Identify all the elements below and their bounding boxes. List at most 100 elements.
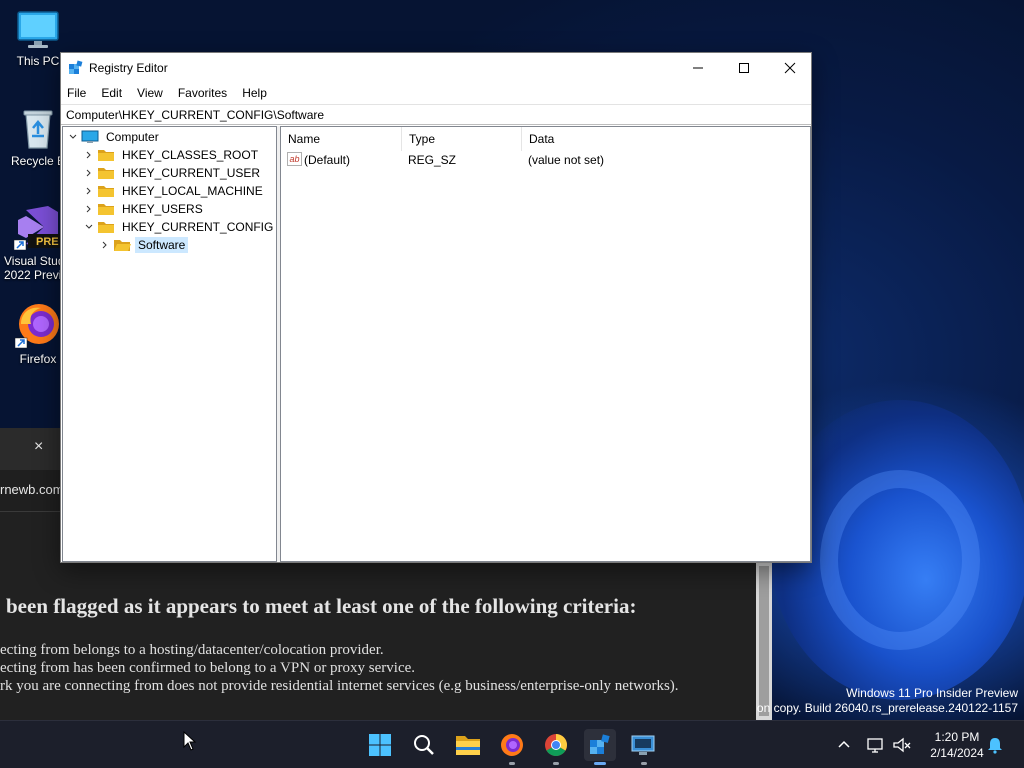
firefox-icon bbox=[15, 304, 59, 348]
address-bar bbox=[61, 104, 811, 125]
mouse-cursor-icon bbox=[183, 731, 197, 751]
chevron-up-icon bbox=[838, 740, 850, 748]
chevron-right-icon[interactable] bbox=[83, 146, 95, 164]
address-input[interactable] bbox=[61, 105, 811, 124]
clock[interactable]: 1:20 PM 2/14/2024 bbox=[920, 729, 994, 761]
menu-edit[interactable]: Edit bbox=[101, 86, 122, 100]
search-icon bbox=[414, 735, 434, 755]
firefox-icon bbox=[501, 734, 523, 756]
remote-desktop-taskbar-button[interactable] bbox=[628, 729, 660, 765]
menu-file[interactable]: File bbox=[67, 86, 86, 100]
chrome-icon bbox=[545, 734, 567, 756]
url-fragment: rnewb.com bbox=[0, 482, 64, 497]
watermark-line1: Windows 11 Pro Insider Preview bbox=[846, 686, 1018, 700]
criteria-item: ecting from belongs to a hosting/datacen… bbox=[0, 642, 384, 658]
close-icon bbox=[784, 62, 796, 74]
network-icon bbox=[867, 738, 883, 753]
background-scrollbar[interactable] bbox=[756, 562, 772, 720]
scrollbar-thumb[interactable] bbox=[759, 566, 769, 716]
network-tray-button[interactable] bbox=[866, 721, 886, 768]
computer-icon bbox=[81, 130, 99, 143]
volume-muted-icon bbox=[893, 737, 911, 753]
search-button[interactable] bbox=[408, 729, 440, 761]
tree-item-computer[interactable]: Computer bbox=[67, 128, 162, 146]
recycle-bin-icon bbox=[23, 110, 53, 149]
chevron-right-icon[interactable] bbox=[83, 164, 95, 182]
chevron-right-icon[interactable] bbox=[99, 236, 111, 254]
preview-badge: PRE bbox=[36, 236, 59, 248]
minimize-icon bbox=[693, 67, 703, 69]
chevron-down-icon[interactable] bbox=[67, 128, 79, 146]
tree-label: HKEY_CLASSES_ROOT bbox=[122, 148, 259, 162]
value-name: (Default) bbox=[304, 153, 351, 167]
tree-label: HKEY_USERS bbox=[122, 202, 203, 216]
tree-item-hkey-local-machine[interactable]: HKEY_LOCAL_MACHINE bbox=[83, 182, 266, 200]
file-explorer-button[interactable] bbox=[452, 729, 484, 761]
file-explorer-icon bbox=[456, 736, 480, 755]
window-title: Registry Editor bbox=[89, 61, 168, 75]
title-bar[interactable]: Registry Editor bbox=[61, 53, 811, 83]
column-header-data[interactable]: Data bbox=[522, 127, 808, 151]
maximize-icon bbox=[739, 63, 749, 73]
registry-editor-window: Registry Editor File Edit View Favorites… bbox=[60, 52, 812, 563]
tree-item-software[interactable]: Software bbox=[99, 236, 189, 254]
folder-icon bbox=[98, 204, 114, 215]
tree-item-hkey-classes-root[interactable]: HKEY_CLASSES_ROOT bbox=[83, 146, 261, 164]
maximize-button[interactable] bbox=[721, 53, 767, 83]
chrome-taskbar-button[interactable] bbox=[540, 729, 572, 765]
minimize-button[interactable] bbox=[675, 53, 721, 83]
close-icon[interactable]: × bbox=[34, 438, 43, 456]
notifications-button[interactable] bbox=[986, 721, 1004, 768]
running-indicator bbox=[509, 762, 515, 765]
remote-desktop-icon bbox=[631, 735, 655, 755]
folder-open-icon bbox=[114, 240, 131, 251]
volume-tray-button[interactable] bbox=[892, 721, 912, 768]
start-icon bbox=[369, 734, 391, 756]
monitor-icon bbox=[17, 11, 59, 48]
value-type: REG_SZ bbox=[408, 153, 457, 167]
values-list: Name Type Data ab (Default) REG_SZ (valu… bbox=[281, 126, 811, 562]
tree-label: Computer bbox=[106, 130, 159, 144]
menu-bar: File Edit View Favorites Help bbox=[61, 83, 811, 103]
tree-item-hkey-current-user[interactable]: HKEY_CURRENT_USER bbox=[83, 164, 263, 182]
running-indicator bbox=[553, 762, 559, 765]
registry-editor-taskbar-button[interactable] bbox=[584, 729, 616, 765]
chevron-right-icon[interactable] bbox=[83, 182, 95, 200]
running-indicator bbox=[641, 762, 647, 765]
watermark-line2: on copy. Build 26040.rs_prerelease.24012… bbox=[756, 701, 1018, 715]
value-row[interactable]: ab (Default) REG_SZ (value not set) bbox=[281, 151, 809, 169]
chevron-right-icon[interactable] bbox=[83, 200, 95, 218]
folder-icon bbox=[98, 222, 114, 233]
menu-help[interactable]: Help bbox=[242, 86, 267, 100]
chevron-down-icon[interactable] bbox=[83, 218, 95, 236]
menu-favorites[interactable]: Favorites bbox=[178, 86, 227, 100]
tree-label: HKEY_CURRENT_USER bbox=[122, 166, 261, 180]
start-button[interactable] bbox=[364, 729, 396, 761]
registry-tree: Computer HKEY_CLASSES_ROOT HKEY_CURRENT_… bbox=[62, 126, 276, 562]
bell-icon bbox=[988, 738, 1002, 754]
background-browser-url[interactable]: rnewb.com bbox=[0, 470, 64, 512]
string-value-icon: ab bbox=[287, 152, 302, 166]
tree-label: HKEY_LOCAL_MACHINE bbox=[122, 184, 263, 198]
value-data: (value not set) bbox=[528, 153, 605, 167]
close-button[interactable] bbox=[767, 53, 813, 83]
criteria-item: rk you are connecting from does not prov… bbox=[0, 678, 679, 694]
criteria-item: ecting from has been confirmed to belong… bbox=[0, 660, 416, 676]
taskbar: 1:20 PM 2/14/2024 bbox=[0, 720, 1024, 768]
tree-label-selected: Software bbox=[135, 237, 189, 253]
clock-date: 2/14/2024 bbox=[930, 746, 984, 760]
tree-item-hkey-users[interactable]: HKEY_USERS bbox=[83, 200, 206, 218]
column-header-type[interactable]: Type bbox=[402, 127, 522, 151]
menu-view[interactable]: View bbox=[137, 86, 163, 100]
firefox-taskbar-button[interactable] bbox=[496, 729, 528, 765]
folder-icon bbox=[98, 168, 114, 179]
background-browser-tab[interactable]: × bbox=[0, 428, 60, 470]
tree-label: HKEY_CURRENT_CONFIG bbox=[122, 220, 274, 234]
folder-icon bbox=[98, 186, 114, 197]
tree-item-hkey-current-config[interactable]: HKEY_CURRENT_CONFIG bbox=[83, 218, 276, 236]
registry-editor-icon bbox=[69, 60, 83, 74]
clock-time: 1:20 PM bbox=[934, 730, 980, 744]
column-header-name[interactable]: Name bbox=[281, 127, 402, 151]
registry-editor-icon bbox=[590, 734, 610, 754]
show-hidden-icons-button[interactable] bbox=[836, 721, 852, 768]
